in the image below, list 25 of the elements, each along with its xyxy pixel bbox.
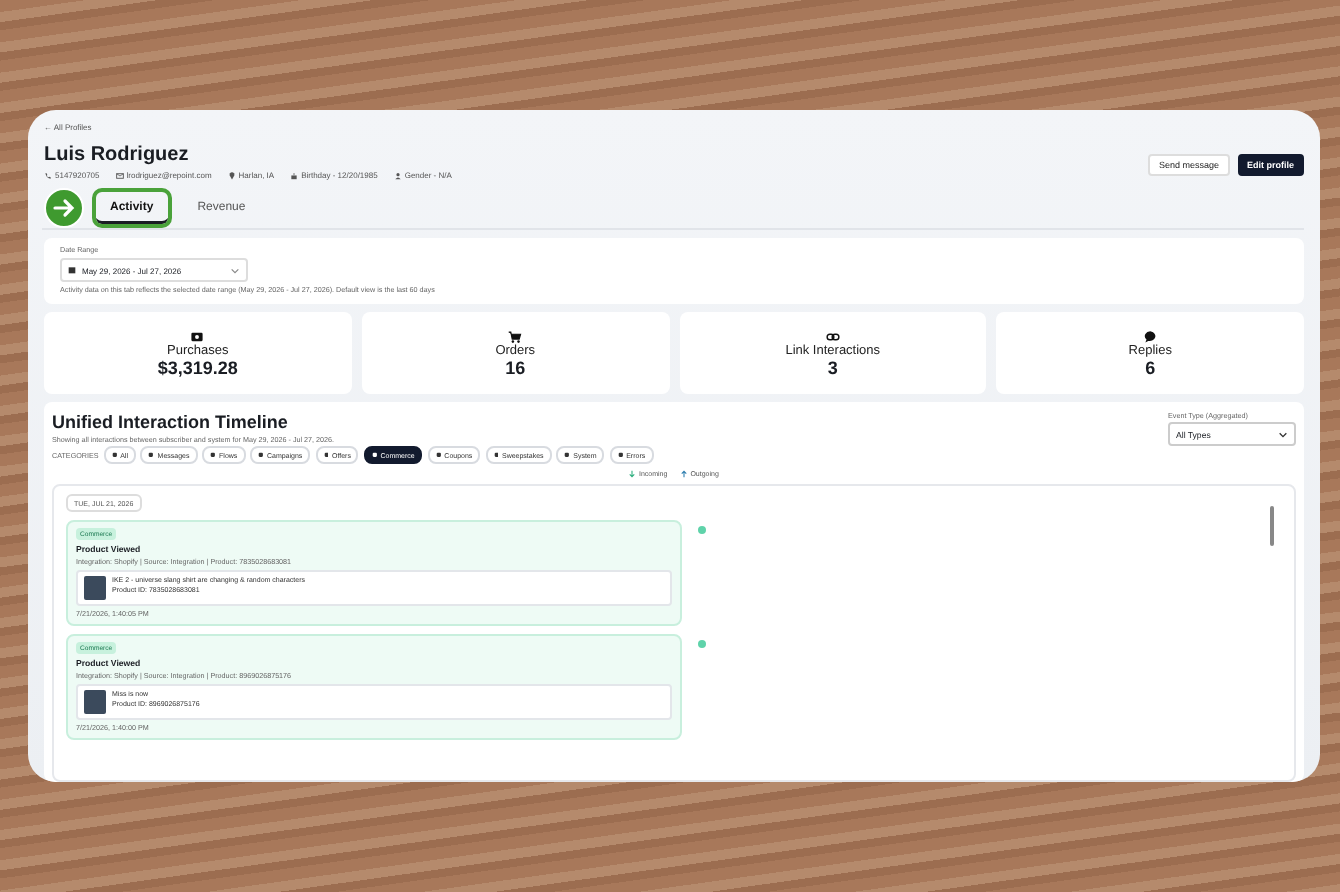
section-title: Unified Interaction Timeline bbox=[52, 412, 290, 432]
envelope-icon bbox=[115, 171, 124, 179]
cake-icon bbox=[290, 171, 299, 179]
timeline-dot-icon bbox=[698, 640, 706, 648]
pin-icon bbox=[227, 171, 236, 179]
scrollbar[interactable] bbox=[1270, 506, 1274, 546]
arrow-circle-icon bbox=[44, 188, 84, 228]
cart-icon bbox=[508, 329, 523, 343]
link-icon bbox=[825, 329, 840, 343]
calendar-icon bbox=[68, 266, 76, 274]
stat-value: 6 bbox=[1145, 357, 1156, 377]
timeline-dot-icon bbox=[698, 526, 706, 534]
speech-bubble-icon bbox=[1143, 329, 1158, 343]
stat-value: $3,319.28 bbox=[157, 357, 238, 377]
banknote-icon bbox=[190, 329, 205, 343]
stat-value: 3 bbox=[827, 357, 838, 377]
phone-icon bbox=[44, 171, 52, 179]
photo-placeholder bbox=[84, 690, 106, 714]
arrow-down-icon bbox=[628, 470, 636, 478]
arrow-up-icon bbox=[679, 470, 688, 478]
chevron-down-icon bbox=[1278, 429, 1288, 439]
photo-placeholder bbox=[84, 576, 106, 600]
chevron-down-icon bbox=[230, 265, 240, 275]
profile-name: Luis Rodriguez bbox=[44, 144, 191, 166]
stat-value: 16 bbox=[505, 357, 526, 377]
